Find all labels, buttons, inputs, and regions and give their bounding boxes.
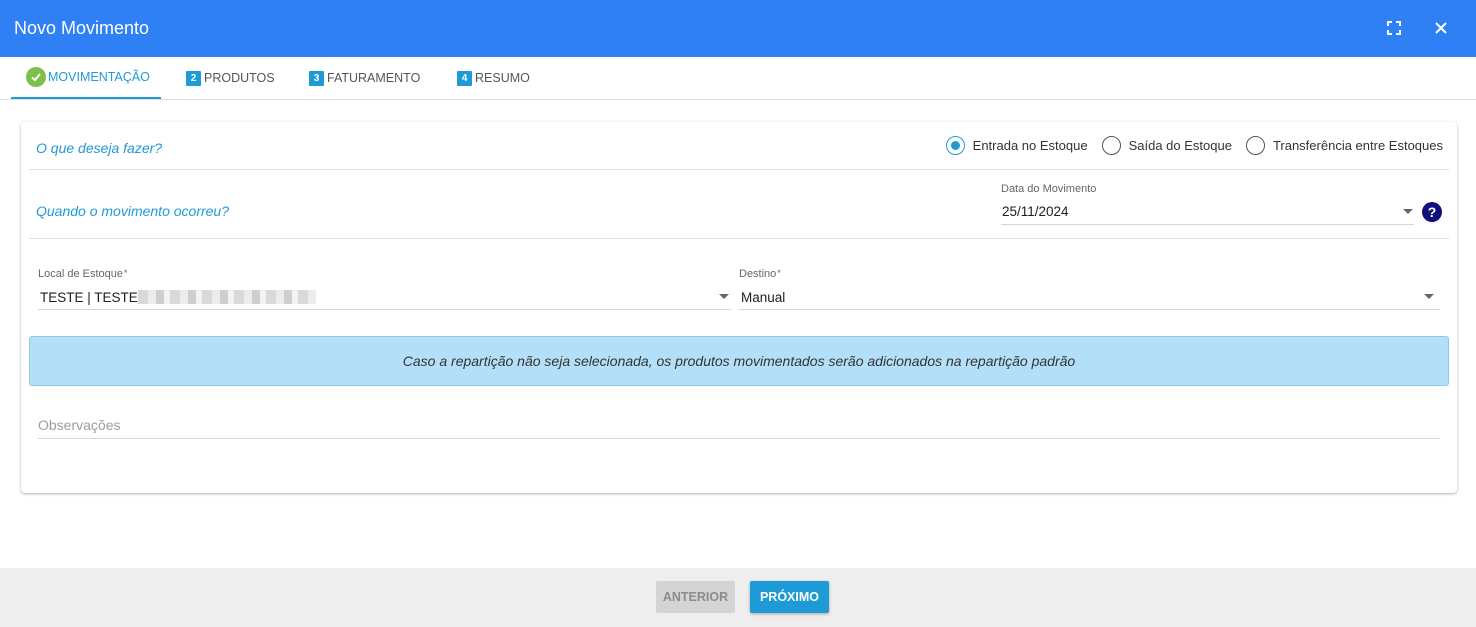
- movement-type-radio-group: Entrada no Estoque Saída do Estoque Tran…: [932, 136, 1443, 155]
- radio-saida[interactable]: Saída do Estoque: [1101, 136, 1232, 155]
- step-number-2: 2: [186, 70, 201, 86]
- dialog-header: Novo Movimento: [0, 0, 1476, 57]
- date-label: Data do Movimento: [1001, 183, 1097, 195]
- radio-transferencia[interactable]: Transferência entre Estoques: [1245, 136, 1443, 155]
- destino-select[interactable]: Manual: [741, 290, 785, 305]
- observacoes-underline: [38, 438, 1440, 439]
- tab-label: FATURAMENTO: [327, 71, 421, 85]
- stepper-tabs: MOVIMENTAÇÃO 2 PRODUTOS 3 FATURAMENTO 4 …: [0, 57, 1476, 100]
- tab-movimentacao[interactable]: MOVIMENTAÇÃO: [11, 57, 161, 99]
- local-underline: [38, 309, 731, 310]
- divider: [29, 238, 1449, 239]
- chevron-down-icon[interactable]: [1424, 294, 1434, 299]
- date-field[interactable]: 25/11/2024: [1002, 204, 1069, 219]
- local-estoque-label: Local de Estoque*: [38, 268, 128, 280]
- redacted-text: [138, 290, 316, 304]
- tab-label: PRODUTOS: [204, 71, 275, 85]
- destino-label: Destino*: [739, 268, 781, 280]
- step-number-3: 3: [309, 70, 324, 86]
- radio-label: Entrada no Estoque: [972, 138, 1088, 153]
- tab-resumo[interactable]: 4 RESUMO: [457, 57, 530, 99]
- local-estoque-select[interactable]: TESTE | TESTE: [40, 290, 138, 305]
- date-underline: [1001, 224, 1414, 225]
- divider: [29, 169, 1449, 170]
- next-button[interactable]: PRÓXIMO: [750, 581, 829, 613]
- question-action: O que deseja fazer?: [36, 140, 163, 156]
- chevron-down-icon[interactable]: [719, 294, 729, 299]
- radio-checked-icon: [945, 136, 965, 155]
- dialog-title: Novo Movimento: [14, 18, 150, 38]
- radio-unchecked-icon: [1245, 136, 1265, 155]
- fullscreen-icon[interactable]: [1382, 16, 1406, 40]
- help-icon[interactable]: ?: [1422, 202, 1442, 222]
- tab-label: MOVIMENTAÇÃO: [48, 70, 150, 84]
- radio-label: Saída do Estoque: [1128, 138, 1232, 153]
- question-when: Quando o movimento ocorreu?: [36, 203, 229, 219]
- step-number-4: 4: [457, 70, 472, 86]
- radio-label: Transferência entre Estoques: [1272, 138, 1443, 153]
- tab-faturamento[interactable]: 3 FATURAMENTO: [309, 57, 420, 99]
- radio-unchecked-icon: [1101, 136, 1121, 155]
- observacoes-field[interactable]: Observações: [38, 417, 120, 433]
- tab-label: RESUMO: [475, 71, 530, 85]
- close-icon[interactable]: [1429, 16, 1453, 40]
- destino-underline: [739, 309, 1440, 310]
- check-icon: [26, 67, 46, 87]
- previous-button[interactable]: ANTERIOR: [656, 581, 735, 613]
- dialog-footer: ANTERIOR PRÓXIMO: [0, 568, 1476, 627]
- info-message: Caso a repartição não seja selecionada, …: [29, 336, 1449, 386]
- movement-form-card: O que deseja fazer? Entrada no Estoque S…: [21, 122, 1457, 493]
- radio-entrada[interactable]: Entrada no Estoque: [945, 136, 1088, 155]
- chevron-down-icon[interactable]: [1403, 209, 1413, 214]
- tab-produtos[interactable]: 2 PRODUTOS: [186, 57, 275, 99]
